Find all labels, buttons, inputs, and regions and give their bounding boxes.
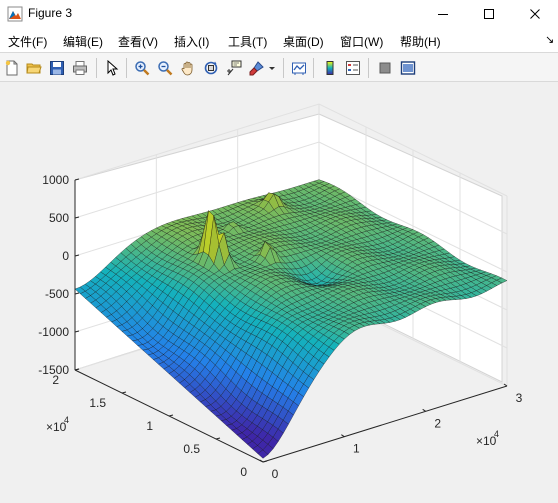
edit-plot-button[interactable] <box>102 58 122 78</box>
menu-tools[interactable]: 工具(T) <box>228 33 267 50</box>
insert-legend-button[interactable] <box>343 58 363 78</box>
y-tick-label: 0 <box>240 465 247 479</box>
new-figure-button[interactable] <box>2 58 22 78</box>
pan-button[interactable] <box>178 58 198 78</box>
brush-button[interactable] <box>247 58 267 78</box>
y-tick-label: 1.5 <box>89 396 106 410</box>
toolbar-separator <box>126 58 127 78</box>
print-figure-button[interactable] <box>70 58 90 78</box>
toolbar-separator <box>96 58 97 78</box>
insert-colorbar-button[interactable] <box>320 58 340 78</box>
x-tick-mark <box>422 408 426 412</box>
minimize-button[interactable] <box>420 0 466 28</box>
figure-toolbar <box>0 52 558 82</box>
hide-tools-icon <box>379 62 391 74</box>
svg-text:4: 4 <box>64 415 69 425</box>
z-tick-label: -500 <box>45 287 69 301</box>
menu-window[interactable]: 窗口(W) <box>340 33 383 50</box>
hide-plot-tools-button[interactable] <box>375 58 395 78</box>
toolbar-separator <box>283 58 284 78</box>
save-icon <box>50 61 64 75</box>
z-tick-label: 0 <box>62 249 69 263</box>
x-tick-label: 0 <box>272 467 279 481</box>
y-tick-mark <box>262 460 268 463</box>
x-tick-label: 2 <box>434 416 441 430</box>
window-title: Figure 3 <box>28 6 73 20</box>
chevron-down-icon <box>269 67 275 70</box>
colorbar-icon <box>326 61 334 75</box>
brush-icon <box>249 61 264 76</box>
dock-arrow-icon[interactable]: ↘ <box>545 33 554 46</box>
menu-insert[interactable]: 插入(I) <box>174 33 209 50</box>
rotate-3d-button[interactable] <box>201 58 221 78</box>
show-tools-icon <box>400 61 416 75</box>
link-plot-icon <box>292 62 306 75</box>
menu-bar: 文件(F) 编辑(E) 查看(V) 插入(I) 工具(T) 桌面(D) 窗口(W… <box>0 28 558 52</box>
brush-dropdown-button[interactable] <box>266 58 278 78</box>
svg-text:4: 4 <box>494 429 499 439</box>
y-tick-label: 2 <box>52 373 59 387</box>
minimize-icon <box>438 14 448 15</box>
zoom-in-button[interactable] <box>132 58 152 78</box>
x-tick-mark <box>341 434 345 438</box>
y-tick-label: 1 <box>146 419 153 433</box>
toolbar-separator <box>368 58 369 78</box>
menu-view[interactable]: 查看(V) <box>118 33 158 50</box>
y-tick-mark <box>168 414 174 417</box>
z-tick-label: 500 <box>49 211 69 225</box>
toolbar-separator <box>313 58 314 78</box>
data-cursor-icon <box>227 60 242 76</box>
show-plot-tools-button[interactable] <box>398 58 418 78</box>
data-cursor-button[interactable] <box>224 58 244 78</box>
open-file-button[interactable] <box>24 58 44 78</box>
hand-icon <box>181 61 193 76</box>
x-exponent-label: ×10 4 <box>476 429 499 448</box>
z-tick-label: 1000 <box>42 173 69 187</box>
matlab-figure-icon <box>7 6 23 22</box>
zoom-out-icon <box>158 61 173 76</box>
menu-desktop[interactable]: 桌面(D) <box>283 33 324 50</box>
zoom-out-button[interactable] <box>155 58 175 78</box>
save-figure-button[interactable] <box>47 58 67 78</box>
legend-icon <box>346 61 360 75</box>
menu-edit[interactable]: 编辑(E) <box>63 33 103 50</box>
link-plot-button[interactable] <box>289 58 309 78</box>
maximize-button[interactable] <box>466 0 512 28</box>
x-tick-label: 3 <box>516 391 523 405</box>
figure-canvas[interactable]: -1500 -1000 -500 0 500 1000 0 0.5 1 1.5 2 0 1 2 3 ×10 … <box>0 82 558 503</box>
y-exponent-label: ×10 4 <box>46 415 69 434</box>
surface-plot[interactable]: -1500-1000-5000500100000.511.520123 ×10 … <box>0 82 558 503</box>
close-button[interactable] <box>512 0 558 28</box>
close-icon <box>530 9 540 19</box>
x-tick-label: 1 <box>353 442 360 456</box>
menu-help[interactable]: 帮助(H) <box>400 33 441 50</box>
zoom-in-icon <box>135 61 150 76</box>
y-tick-mark <box>215 437 221 440</box>
z-tick-label: -1000 <box>38 325 69 339</box>
open-folder-icon <box>26 63 42 74</box>
y-tick-label: 0.5 <box>183 442 200 456</box>
title-bar: Figure 3 <box>0 0 558 28</box>
arrow-cursor-icon <box>107 60 119 76</box>
maximize-icon <box>484 9 494 19</box>
menu-file[interactable]: 文件(F) <box>8 33 47 50</box>
new-file-icon <box>5 60 18 76</box>
print-icon <box>73 61 87 75</box>
y-tick-mark <box>121 391 127 394</box>
rotate-3d-icon <box>204 61 218 75</box>
